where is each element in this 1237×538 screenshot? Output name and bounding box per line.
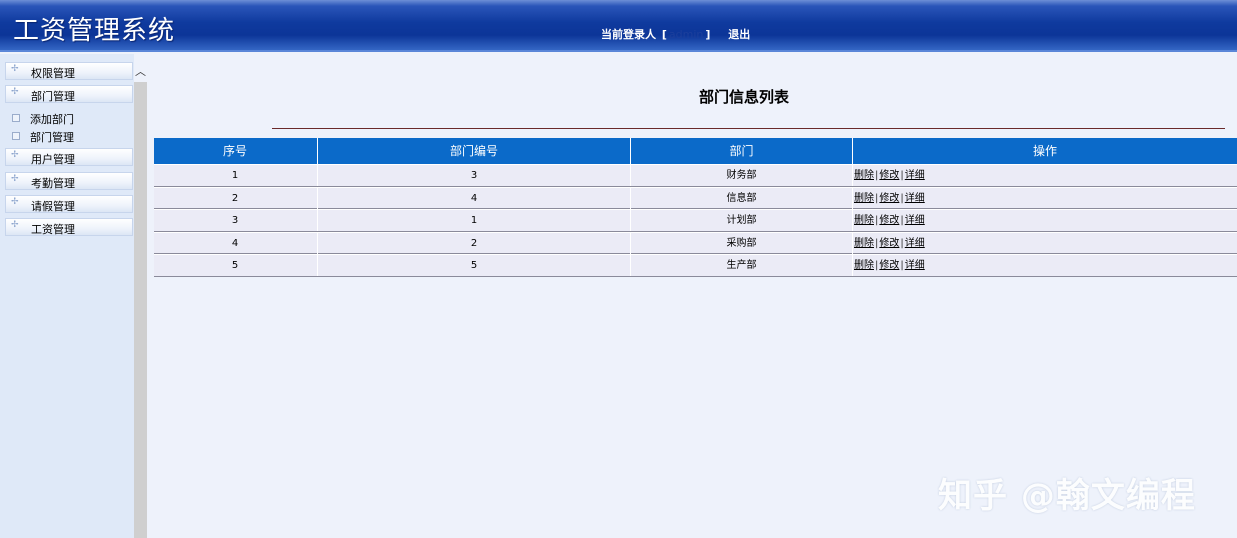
table-row: 2 4 信息部 删除|修改|详细 [154,186,1237,210]
table-row: 5 5 生产部 删除|修改|详细 [154,254,1237,277]
cell-index: 3 [231,215,239,227]
expand-box-icon [12,114,20,122]
column-header-code: 部门编号 [317,138,630,164]
cell-department: 采购部 [630,232,852,254]
cell-actions: 删除|修改|详细 [852,165,1237,186]
action-separator: | [875,215,879,227]
sidebar-scrollbar[interactable] [134,62,147,538]
edit-link[interactable]: 修改 [879,260,899,271]
app-title: 工资管理系统 [13,16,176,46]
cell-actions: 删除|修改|详细 [852,187,1237,209]
table-row: 4 2 采购部 删除|修改|详细 [154,231,1237,255]
action-separator: | [900,237,904,249]
sidebar-item-leave[interactable]: ✢ 请假管理 [5,195,133,213]
cell-code: 3 [317,165,630,186]
sidebar-item-permissions[interactable]: ✢ 权限管理 [5,62,133,80]
sidebar-item-label: 工资管理 [31,223,75,236]
cell-code: 1 [317,210,630,232]
cell-code: 5 [317,255,630,277]
login-label: 当前登录人 [601,28,656,41]
watermark-text: 知乎 @翰文编程 [938,476,1196,516]
delete-link[interactable]: 删除 [854,260,874,271]
sidebar-menu: ✢ 权限管理 ✢ 部门管理 添加部门 部门管理 ✢ 用户管理 ✢ 考勤管理 ✢ … [0,54,134,538]
department-table: 序号 部门编号 部门 操作 1 3 财务部 删除|修改|详细 2 4 信息部 删… [154,138,1237,277]
sidebar-subitem-label: 添加部门 [30,113,74,126]
bracket-close: ] [705,28,711,41]
sidebar-subitem-label: 部门管理 [30,131,74,144]
action-separator: | [900,260,904,272]
delete-link[interactable]: 删除 [854,238,874,249]
sidebar-item-label: 部门管理 [31,90,75,103]
detail-link[interactable]: 详细 [905,215,925,226]
column-header-department: 部门 [630,138,852,164]
cell-index: 4 [231,237,239,249]
plus-icon: ✢ [11,197,19,207]
cell-department: 财务部 [630,165,852,186]
action-separator: | [875,170,879,181]
title-divider [272,128,1225,129]
edit-link[interactable]: 修改 [879,170,899,181]
action-separator: | [900,192,904,204]
bracket-open: [ [661,28,667,41]
plus-icon: ✢ [11,87,19,97]
table-header: 序号 部门编号 部门 操作 [154,138,1237,164]
expand-box-icon [12,132,20,140]
page-title: 部门信息列表 [699,88,790,106]
detail-link[interactable]: 详细 [905,238,925,249]
action-separator: | [900,215,904,227]
table-row: 1 3 财务部 删除|修改|详细 [154,164,1237,187]
edit-link[interactable]: 修改 [879,215,899,226]
scroll-up-icon[interactable]: ︿ [134,62,147,82]
action-separator: | [875,260,879,272]
login-status: 当前登录人 [admin] 退出 [601,26,750,42]
plus-icon: ✢ [11,174,19,184]
cell-actions: 删除|修改|详细 [852,210,1237,232]
sidebar-item-attendance[interactable]: ✢ 考勤管理 [5,172,133,190]
main-content: 部门信息列表 序号 部门编号 部门 操作 1 3 财务部 删除|修改|详细 2 … [147,54,1237,538]
cell-actions: 删除|修改|详细 [852,232,1237,254]
column-header-actions: 操作 [852,138,1237,164]
cell-index: 2 [231,192,239,204]
edit-link[interactable]: 修改 [879,193,899,204]
cell-department: 计划部 [630,210,852,232]
table-row: 3 1 计划部 删除|修改|详细 [154,209,1237,232]
sidebar-item-label: 请假管理 [31,200,75,213]
sidebar-item-label: 用户管理 [31,153,75,166]
cell-actions: 删除|修改|详细 [852,255,1237,277]
cell-index: 1 [231,170,239,181]
current-username: admin [668,28,704,41]
cell-department: 生产部 [630,255,852,277]
top-banner: 工资管理系统 当前登录人 [admin] 退出 [0,0,1237,52]
cell-index: 5 [231,260,239,272]
cell-code: 2 [317,232,630,254]
delete-link[interactable]: 删除 [854,215,874,226]
plus-icon: ✢ [11,220,19,230]
sidebar-item-label: 考勤管理 [31,177,75,190]
delete-link[interactable]: 删除 [854,193,874,204]
cell-department: 信息部 [630,187,852,209]
action-separator: | [875,192,879,204]
action-separator: | [900,170,904,181]
plus-icon: ✢ [11,64,19,74]
action-separator: | [875,237,879,249]
cell-code: 4 [317,187,630,209]
sidebar-item-label: 权限管理 [31,67,75,80]
column-header-index: 序号 [222,144,247,158]
detail-link[interactable]: 详细 [905,260,925,271]
sidebar-item-departments[interactable]: ✢ 部门管理 [5,85,133,103]
detail-link[interactable]: 详细 [905,193,925,204]
detail-link[interactable]: 详细 [905,170,925,181]
delete-link[interactable]: 删除 [854,170,874,181]
sidebar-item-users[interactable]: ✢ 用户管理 [5,148,133,166]
plus-icon: ✢ [11,150,19,160]
logout-link[interactable]: 退出 [728,28,750,41]
sidebar-item-salary[interactable]: ✢ 工资管理 [5,218,133,236]
edit-link[interactable]: 修改 [879,238,899,249]
